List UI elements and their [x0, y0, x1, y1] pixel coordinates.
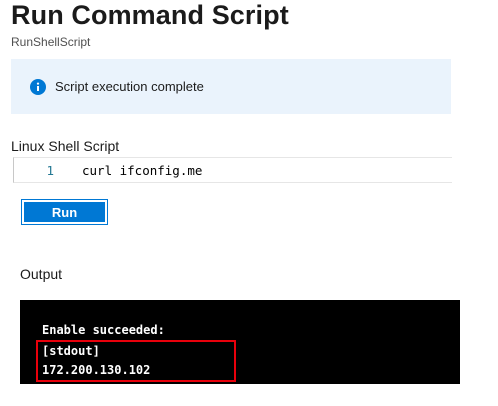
output-highlight-box	[36, 340, 236, 382]
page-title: Run Command Script	[11, 0, 289, 30]
info-banner: Script execution complete	[11, 59, 451, 114]
code-line[interactable]: curl ifconfig.me	[82, 163, 202, 178]
output-console: Enable succeeded: [stdout] 172.200.130.1…	[20, 300, 460, 384]
output-line: Enable succeeded:	[42, 323, 165, 337]
script-editor-label: Linux Shell Script	[11, 138, 120, 154]
page-subtitle: RunShellScript	[11, 35, 91, 49]
run-button-label: Run	[24, 202, 105, 222]
line-number: 1	[46, 162, 54, 178]
script-editor[interactable]: 1 curl ifconfig.me	[13, 157, 452, 183]
run-button[interactable]: Run	[21, 199, 108, 225]
banner-message: Script execution complete	[55, 79, 204, 94]
info-icon	[30, 78, 46, 95]
run-command-script-page: Run Command Script RunShellScript Script…	[0, 0, 498, 406]
output-label: Output	[20, 266, 63, 282]
